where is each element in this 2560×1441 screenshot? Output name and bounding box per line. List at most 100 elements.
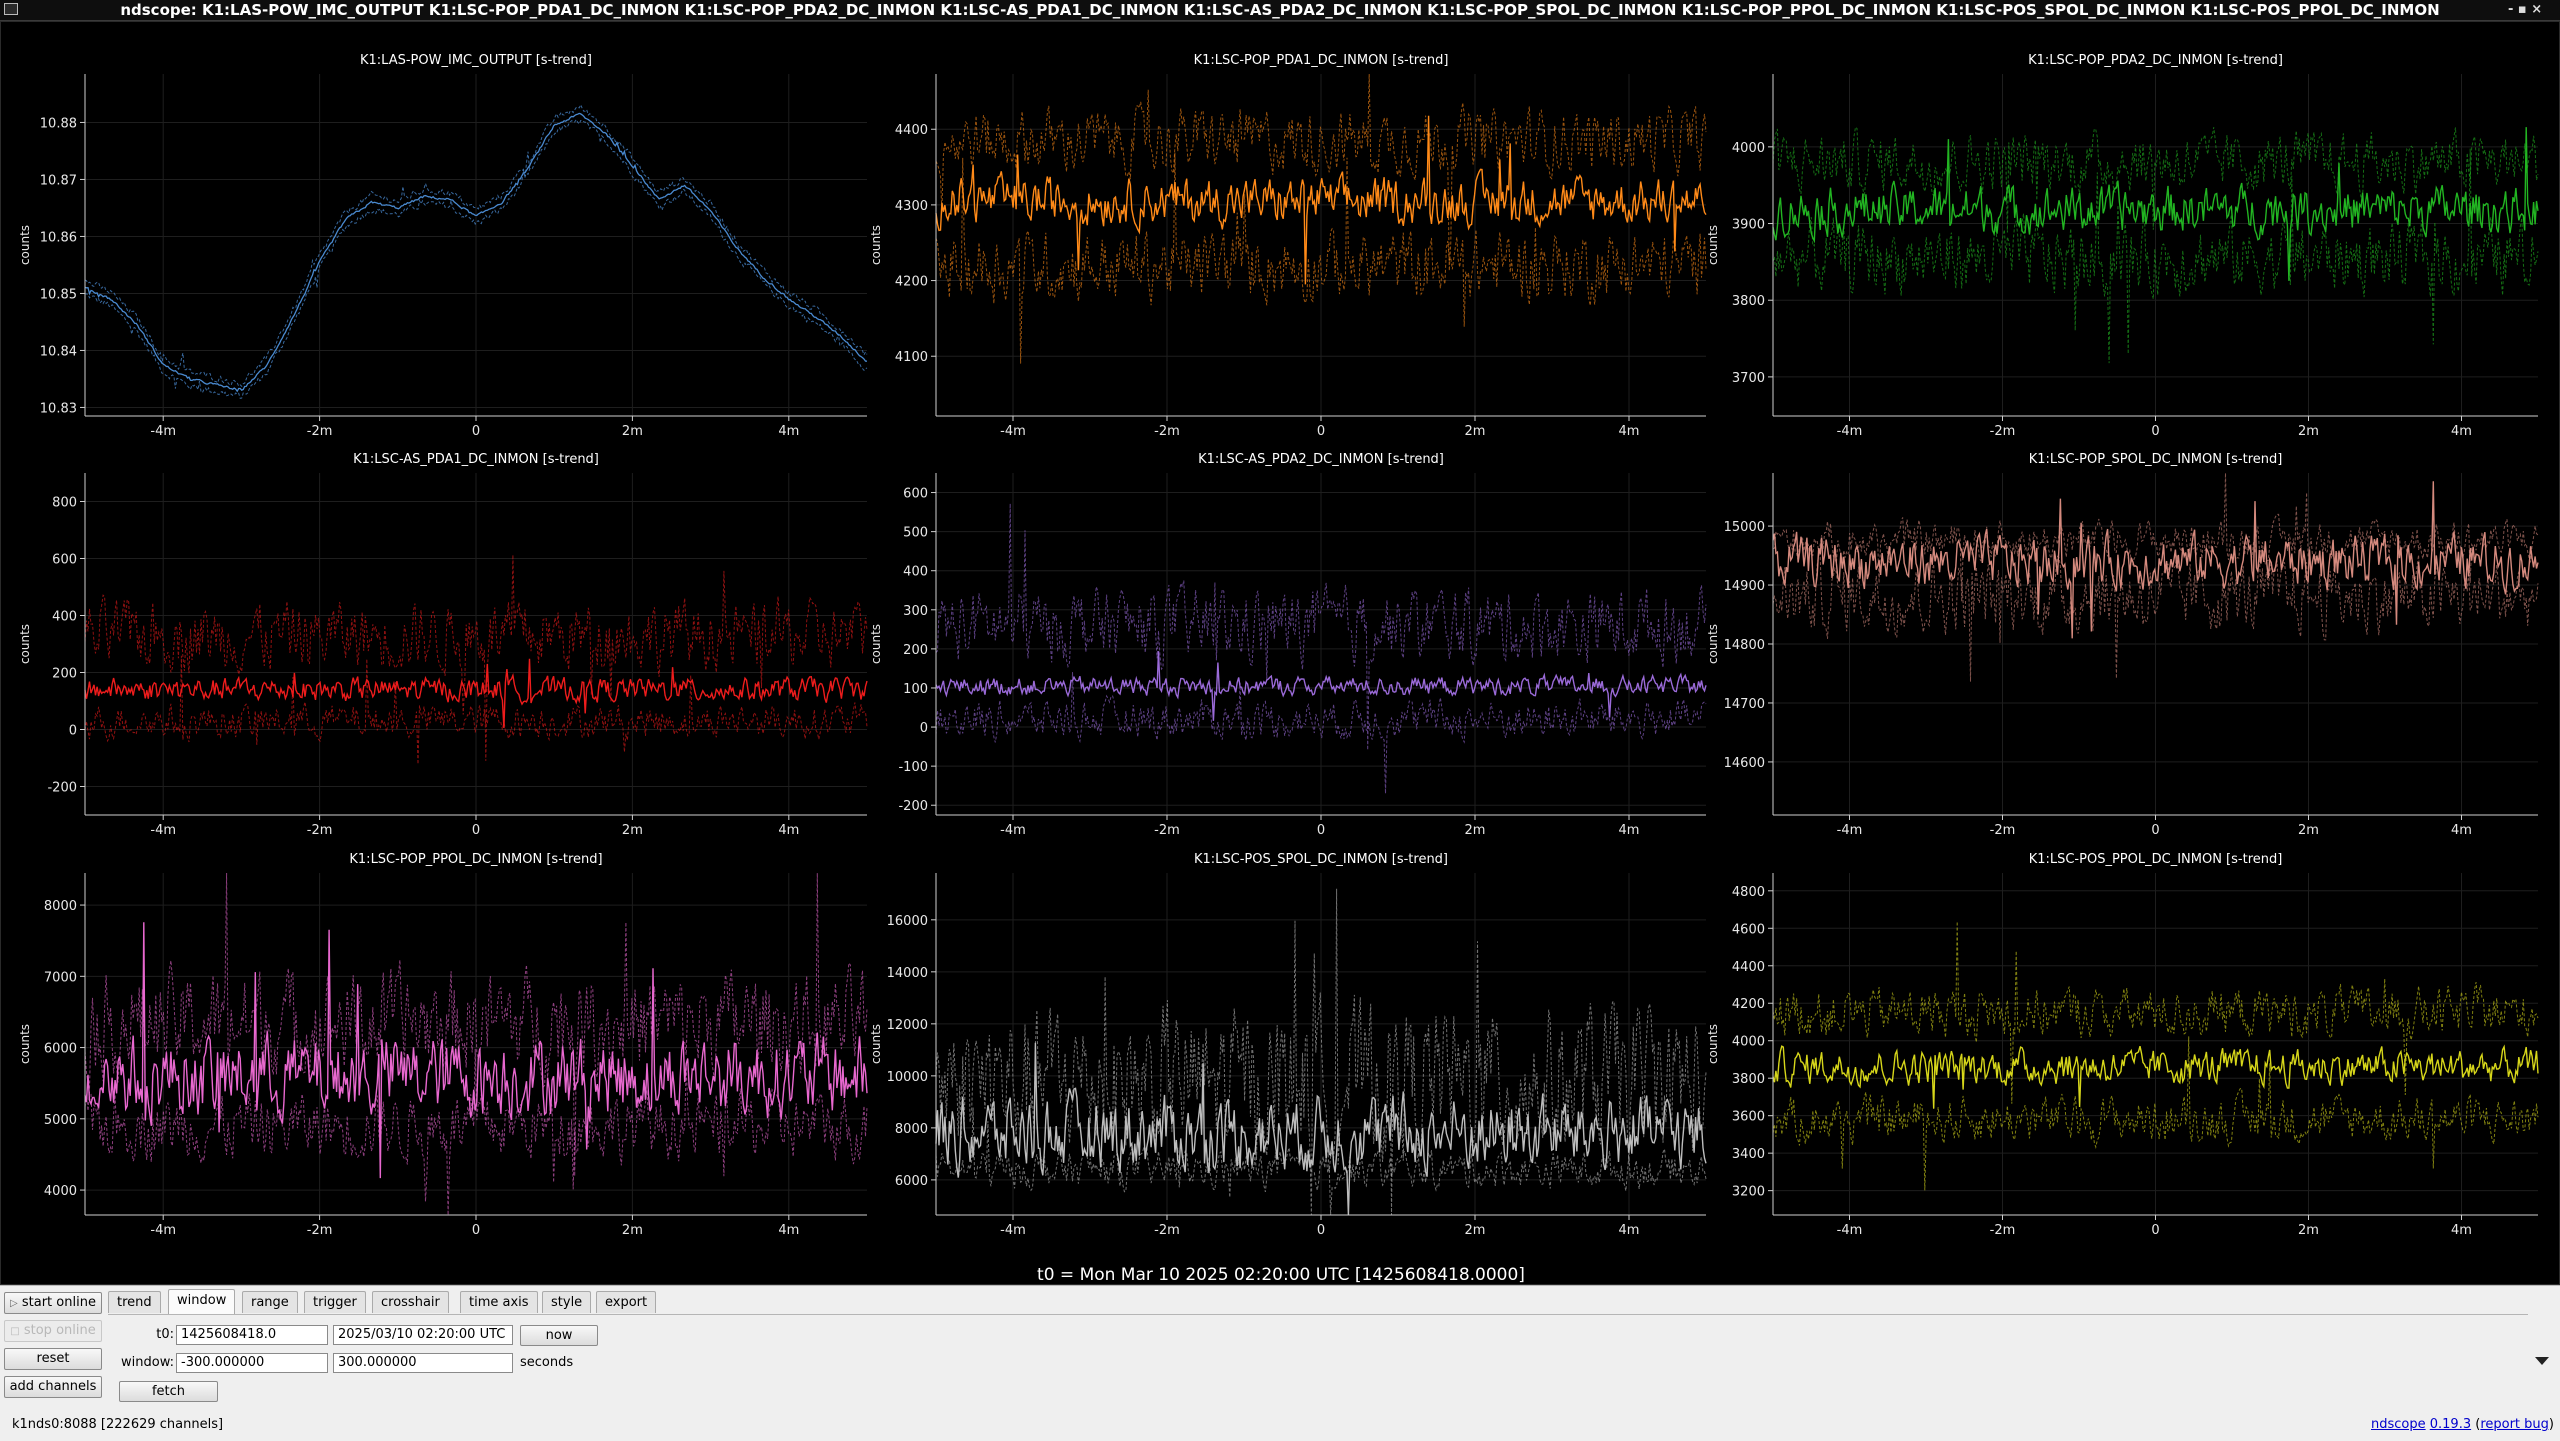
window-start-input[interactable]: -300.000000 [176, 1353, 328, 1373]
x-tick-label: -4m [1000, 424, 1026, 439]
y-tick-label: 14900 [1724, 579, 1765, 594]
version-link[interactable]: 0.19.3 [2430, 1417, 2471, 1432]
chart-1: K1:LAS-POW_IMC_OUTPUT [s-trend] 10.83 10.8… [18, 53, 868, 439]
tab-trend[interactable]: trend [108, 1291, 161, 1313]
x-tick-label: 4m [1619, 1223, 1640, 1238]
x-tick-label: 4m [2451, 823, 2472, 838]
x-tick-label: -2m [1154, 823, 1180, 838]
x-tick-label: 2m [622, 1223, 643, 1238]
chart-7: K1:LSC-POP_PPOL_DC_INMON [s-trend] 4000 50… [18, 852, 868, 1238]
y-tick-label: -200 [47, 781, 77, 796]
y-tick-label: 16000 [887, 914, 928, 929]
plot-canvas[interactable]: K1:LAS-POW_IMC_OUTPUT [s-trend] 10.83 10.8… [1, 22, 2559, 1284]
y-tick-label: 4800 [1732, 885, 1765, 900]
chart-title: K1:LSC-AS_PDA1_DC_INMON [s-trend] [353, 452, 599, 467]
window-title: ndscope: K1:LAS-POW_IMC_OUTPUT K1:LSC-PO… [120, 1, 2440, 19]
y-tick-label: -200 [898, 799, 928, 814]
y-tick-label: 3800 [1732, 294, 1765, 309]
y-tick-label: 4000 [1732, 141, 1765, 156]
plot-area[interactable]: K1:LAS-POW_IMC_OUTPUT [s-trend] 10.83 10.8… [0, 21, 2560, 1285]
x-tick-label: 0 [472, 424, 480, 439]
y-tick-label: 4000 [44, 1184, 77, 1199]
y-tick-label: 15000 [1724, 520, 1765, 535]
x-tick-label: 4m [1619, 823, 1640, 838]
add-channels-button[interactable]: add channels [4, 1376, 102, 1398]
stop-icon: □ [10, 1326, 20, 1337]
x-tick-label: -4m [150, 424, 176, 439]
y-tick-label: 4100 [895, 350, 928, 365]
y-tick-label: 10000 [887, 1070, 928, 1085]
y-axis-label: counts [18, 225, 32, 265]
chart-8: K1:LSC-POS_SPOL_DC_INMON [s-trend] 6000 80… [869, 852, 1707, 1238]
x-tick-label: 2m [622, 823, 643, 838]
tab-window[interactable]: window [168, 1289, 236, 1314]
y-tick-label: 4000 [1732, 1035, 1765, 1050]
y-tick-label: 200 [903, 643, 928, 658]
x-tick-label: 2m [1465, 424, 1486, 439]
x-tick-label: 4m [778, 823, 799, 838]
chart-title: K1:LSC-POP_PPOL_DC_INMON [s-trend] [349, 852, 602, 867]
x-tick-label: -2m [1154, 1223, 1180, 1238]
y-tick-label: 10.88 [40, 116, 77, 131]
y-axis-label: counts [869, 225, 883, 265]
y-tick-label: 14600 [1724, 756, 1765, 771]
tab-range[interactable]: range [242, 1291, 298, 1313]
chart-3: K1:LSC-POP_PDA2_DC_INMON [s-trend] 3700 38… [1706, 53, 2539, 439]
x-tick-label: -4m [1837, 823, 1863, 838]
report-bug-link[interactable]: report bug [2480, 1417, 2549, 1432]
chart-title: K1:LSC-POP_SPOL_DC_INMON [s-trend] [2029, 452, 2283, 467]
x-tick-label: 2m [622, 424, 643, 439]
stop-online-label: stop online [23, 1323, 96, 1338]
x-tick-label: 2m [2298, 424, 2319, 439]
x-tick-label: 0 [1317, 424, 1325, 439]
tab-export[interactable]: export [596, 1291, 657, 1313]
y-axis-label: counts [869, 1024, 883, 1064]
app-link[interactable]: ndscope [2371, 1417, 2426, 1432]
x-tick-label: 4m [2451, 424, 2472, 439]
start-online-button[interactable]: ▷ start online [4, 1292, 102, 1314]
fetch-button[interactable]: fetch [119, 1381, 218, 1402]
x-tick-label: -4m [1000, 1223, 1026, 1238]
chevron-down-icon[interactable] [2535, 1357, 2549, 1365]
tab-trigger[interactable]: trigger [304, 1291, 366, 1313]
y-tick-label: 14800 [1724, 638, 1765, 653]
stop-online-button[interactable]: □ stop online [4, 1320, 102, 1342]
y-tick-label: 10.84 [40, 344, 77, 359]
y-tick-label: 4200 [1732, 997, 1765, 1012]
t0-utc-input[interactable]: 2025/03/10 02:20:00 UTC [333, 1325, 513, 1345]
x-tick-label: 0 [1317, 823, 1325, 838]
t0-label: t0 = Mon Mar 10 2025 02:20:00 UTC [14256… [1037, 1265, 1525, 1285]
y-tick-label: 400 [52, 610, 77, 625]
x-tick-label: 0 [472, 1223, 480, 1238]
y-tick-label: 7000 [44, 970, 77, 985]
tab-time-axis[interactable]: time axis [460, 1291, 538, 1313]
y-tick-label: 10.85 [40, 287, 77, 302]
y-tick-label: 6000 [895, 1174, 928, 1189]
y-tick-label: 3700 [1732, 371, 1765, 386]
y-tick-label: 8000 [895, 1122, 928, 1137]
chart-title: K1:LSC-POS_SPOL_DC_INMON [s-trend] [1194, 852, 1448, 867]
window-controls[interactable]: - ▪ × [2508, 0, 2542, 20]
chart-title: K1:LAS-POW_IMC_OUTPUT [s-trend] [360, 53, 592, 68]
y-tick-label: 4400 [1732, 960, 1765, 975]
tab-style[interactable]: style [542, 1291, 592, 1313]
chart-4: K1:LSC-AS_PDA1_DC_INMON [s-trend] -200 0 20… [18, 452, 868, 838]
chart-2: K1:LSC-POP_PDA1_DC_INMON [s-trend] 4100 42… [869, 53, 1707, 439]
window-end-input[interactable]: 300.000000 [333, 1353, 513, 1373]
tab-crosshair[interactable]: crosshair [372, 1291, 449, 1313]
chart-5: K1:LSC-AS_PDA2_DC_INMON [s-trend] -200 -10… [869, 452, 1707, 838]
y-tick-label: -100 [898, 760, 928, 775]
y-tick-label: 8000 [44, 899, 77, 914]
y-axis-label: counts [18, 624, 32, 664]
x-tick-label: 0 [2151, 823, 2159, 838]
t0-gps-input[interactable]: 1425608418.0 [176, 1325, 328, 1345]
reset-button[interactable]: reset [4, 1348, 102, 1370]
y-tick-label: 4200 [895, 275, 928, 290]
y-tick-label: 600 [903, 487, 928, 502]
x-tick-label: -4m [150, 823, 176, 838]
tab-divider [108, 1314, 2528, 1315]
y-tick-label: 3400 [1732, 1147, 1765, 1162]
now-button[interactable]: now [520, 1325, 598, 1346]
window-field-label: window: [121, 1355, 174, 1370]
y-tick-label: 4300 [895, 199, 928, 214]
